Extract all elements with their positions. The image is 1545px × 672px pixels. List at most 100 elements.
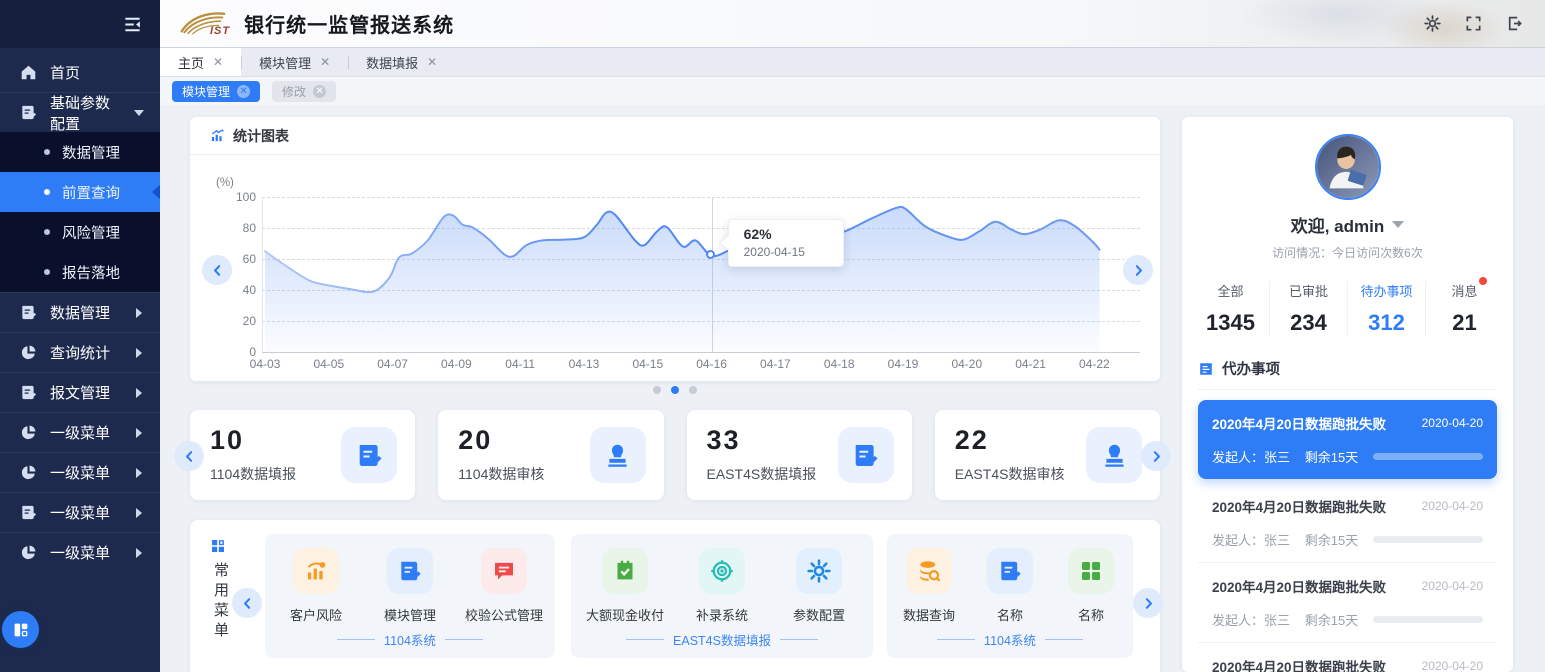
x-axis-tick-label: 04-15 — [616, 357, 680, 371]
fullscreen-icon[interactable] — [1465, 15, 1482, 32]
close-icon[interactable]: ✕ — [213, 55, 223, 69]
sidebar-item-message-mgmt[interactable]: 报文管理 — [0, 372, 160, 412]
close-circle-icon[interactable]: ✕ — [237, 85, 250, 98]
bullet-icon — [44, 149, 50, 155]
progress-bar — [1373, 536, 1483, 543]
document-edit-icon — [20, 304, 37, 321]
pagination-dot[interactable] — [671, 386, 679, 394]
document-edit-icon — [20, 384, 37, 401]
sidebar-subitem-risk-mgmt[interactable]: 风险管理 — [0, 212, 160, 252]
sidebar-item-data-mgmt[interactable]: 数据管理 — [0, 292, 160, 332]
sidebar-submenu: 数据管理 前置查询 风险管理 报告落地 — [0, 132, 160, 292]
tab-module-mgmt[interactable]: 模块管理✕ — [241, 48, 348, 76]
x-axis-tick-label: 04-09 — [424, 357, 488, 371]
grid-icon — [1068, 548, 1114, 594]
pagination-dot[interactable] — [689, 386, 697, 394]
sidebar-item-level1-menu-3[interactable]: 一级菜单 — [0, 492, 160, 532]
close-circle-icon[interactable]: ✕ — [313, 85, 326, 98]
todo-item[interactable]: 2020年4月20日数据跑批失败2020-04-20 发起人：张三剩余4天 — [1198, 642, 1497, 672]
group-caption: 1104系统 — [887, 630, 1133, 649]
close-icon[interactable]: ✕ — [320, 55, 330, 69]
sidebar-subitem-report-landing[interactable]: 报告落地 — [0, 252, 160, 292]
todo-section-header: 代办事项 — [1198, 358, 1497, 390]
layout-switch-button[interactable] — [2, 611, 39, 648]
sidebar-subitem-pre-query[interactable]: 前置查询 — [0, 172, 160, 212]
gear-icon — [796, 548, 842, 594]
x-axis-tick-label: 04-20 — [935, 357, 999, 371]
close-icon[interactable]: ✕ — [427, 55, 437, 69]
todo-item[interactable]: 2020年4月20日数据跑批失败2020-04-20 发起人：张三剩余15天 — [1198, 562, 1497, 642]
stat-card-east4s-entry[interactable]: 33 EAST4S数据填报 — [687, 410, 912, 500]
stat-messages[interactable]: 消息 21 — [1425, 281, 1503, 336]
x-axis-tick-label: 04-13 — [552, 357, 616, 371]
todo-item[interactable]: 2020年4月20日数据跑批失败2020-04-20 发起人：张三剩余15天 — [1198, 483, 1497, 562]
avatar-image — [1317, 136, 1379, 198]
logout-icon[interactable] — [1506, 15, 1523, 32]
chevron-down-icon — [1392, 221, 1404, 228]
x-axis-tick-label: 04-21 — [999, 357, 1063, 371]
stat-card-east4s-review[interactable]: 22 EAST4S数据审核 — [935, 410, 1160, 500]
document-edit-icon — [838, 427, 894, 483]
document-edit-icon — [987, 548, 1033, 594]
bullet-icon — [44, 229, 50, 235]
settings-gear-icon[interactable] — [1424, 15, 1441, 32]
chart-tooltip: 62% 2020-04-15 — [728, 219, 844, 267]
quick-group-east4s: 大额现金收付 补录系统 参数配置 EAST4S数据填报 — [571, 534, 873, 658]
stats-prev-button[interactable] — [174, 441, 204, 471]
chip-edit[interactable]: 修改✕ — [272, 81, 336, 102]
chevron-right-icon — [136, 468, 142, 478]
y-axis-tick-label: 100 — [216, 190, 256, 204]
stat-card-1104-entry[interactable]: 10 1104数据填报 — [190, 410, 415, 500]
pie-chart-icon — [20, 424, 37, 441]
chevron-right-icon — [136, 308, 142, 318]
collapse-menu-icon[interactable] — [123, 15, 142, 34]
sidebar-item-base-params[interactable]: 基础参数配置 — [0, 92, 160, 132]
tooltip-date: 2020-04-15 — [744, 245, 843, 259]
stat-approved[interactable]: 已审批 234 — [1269, 281, 1347, 336]
chart-next-button[interactable] — [1123, 255, 1153, 285]
user-panel: 欢迎, admin 访问情况：今日访问次数6次 全部 1345 已审批 234 … — [1182, 117, 1513, 672]
chip-module-mgmt[interactable]: 模块管理✕ — [172, 81, 260, 102]
profile-stats: 全部 1345 已审批 234 待办事项 312 消息 21 — [1192, 281, 1503, 336]
chart-plot-area[interactable]: 62% 2020-04-15 100806040200 04-0304-0504… — [262, 197, 1140, 352]
chart-pagination-dots — [190, 386, 1160, 394]
sidebar-item-level1-menu-4[interactable]: 一级菜单 — [0, 532, 160, 572]
quick-menu-prev-button[interactable] — [232, 588, 262, 618]
data-point-marker — [706, 250, 715, 259]
quick-menu-label: 常用菜单 — [210, 538, 230, 647]
sidebar-item-level1-menu-2[interactable]: 一级菜单 — [0, 452, 160, 492]
visit-info: 访问情况：今日访问次数6次 — [1182, 244, 1513, 261]
logo-text: IST — [210, 25, 230, 37]
avatar[interactable] — [1315, 134, 1381, 200]
stat-card-1104-review[interactable]: 20 1104数据审核 — [438, 410, 663, 500]
tab-data-entry[interactable]: 数据填报✕ — [348, 48, 455, 76]
progress-bar — [1373, 453, 1483, 460]
sidebar-item-query-stats[interactable]: 查询统计 — [0, 332, 160, 372]
bullet-icon — [44, 269, 50, 275]
header-actions — [1424, 15, 1523, 32]
y-axis-tick-label: 40 — [216, 283, 256, 297]
stat-all[interactable]: 全部 1345 — [1192, 281, 1269, 336]
quick-menu-next-button[interactable] — [1133, 588, 1163, 618]
group-caption: 1104系统 — [265, 630, 555, 649]
tab-home[interactable]: 主页✕ — [160, 48, 241, 76]
sidebar-subitem-data-mgmt[interactable]: 数据管理 — [0, 132, 160, 172]
stat-pending[interactable]: 待办事项 312 — [1347, 281, 1425, 336]
welcome-dropdown[interactable]: 欢迎, admin — [1182, 212, 1513, 237]
sidebar-item-home[interactable]: 首页 — [0, 52, 160, 92]
chart-card-header: 统计图表 — [190, 117, 1160, 155]
sidebar-item-level1-menu-1[interactable]: 一级菜单 — [0, 412, 160, 452]
pie-chart-icon — [20, 344, 37, 361]
todo-item[interactable]: 2020年4月20日数据跑批失败2020-04-20 发起人：张三剩余15天 — [1198, 400, 1497, 479]
chart-prev-button[interactable] — [202, 255, 232, 285]
stats-next-button[interactable] — [1141, 441, 1171, 471]
y-axis-tick-label: 20 — [216, 314, 256, 328]
target-icon — [699, 548, 745, 594]
app-header: IST 银行统一监管报送系统 — [160, 0, 1545, 48]
sidebar: 首页 基础参数配置 数据管理 前置查询 风险管理 报告落地 数据管理 查询统计 … — [0, 0, 160, 672]
chart-title: 统计图表 — [233, 126, 289, 146]
pagination-dot[interactable] — [653, 386, 661, 394]
quick-group-1104: 客户风险 模块管理 校验公式管理 1104系统 — [265, 534, 555, 658]
document-edit-icon — [20, 504, 37, 521]
x-axis-tick-label: 04-11 — [488, 357, 552, 371]
